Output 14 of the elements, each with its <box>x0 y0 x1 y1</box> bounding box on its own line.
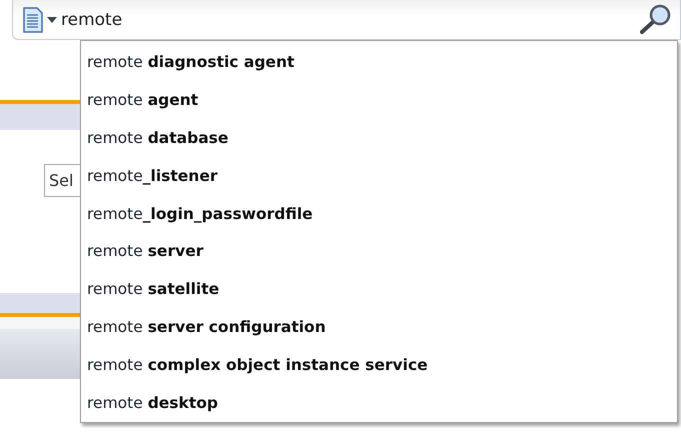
suggestion-item[interactable]: remote diagnostic agent <box>81 43 677 81</box>
suggestion-item[interactable]: remote satellite <box>81 270 677 308</box>
search-field[interactable]: remote <box>12 0 681 40</box>
document-icon[interactable] <box>23 6 43 32</box>
suggestion-item[interactable]: remote server configuration <box>81 308 677 346</box>
search-icon[interactable] <box>638 4 672 36</box>
suggestion-item[interactable]: remote_login_passwordfile <box>81 194 677 233</box>
search-input[interactable]: remote <box>61 10 261 30</box>
dropdown-caret-icon[interactable] <box>47 16 57 22</box>
suggestion-item[interactable]: remote server <box>81 232 677 270</box>
suggestion-item[interactable]: remote desktop <box>81 384 677 422</box>
suggestion-item[interactable]: remote complex object instance service <box>81 346 677 384</box>
suggestion-item[interactable]: remote agent <box>81 80 677 119</box>
suggestion-item[interactable]: remote database <box>81 118 677 157</box>
